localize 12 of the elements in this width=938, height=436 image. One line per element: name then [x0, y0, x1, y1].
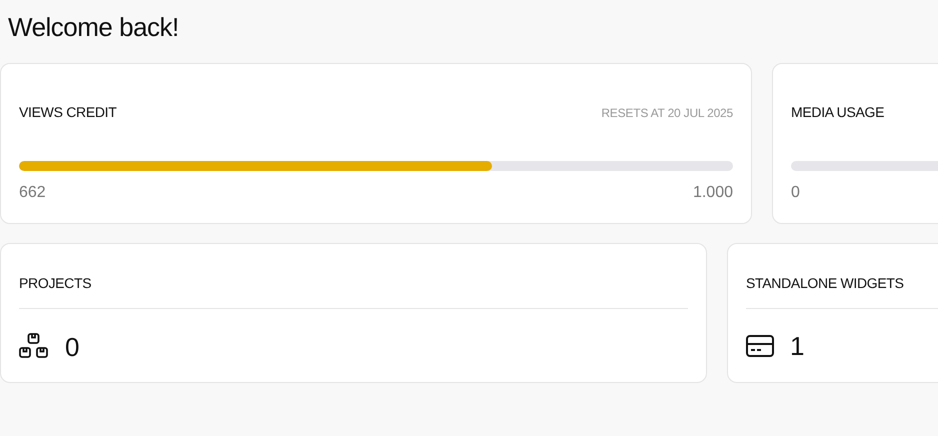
usage-value: 662 — [19, 183, 46, 204]
page-heading: Welcome back! — [8, 12, 180, 44]
count-value: 1 — [790, 333, 804, 360]
card-title: VIEWS CREDIT — [19, 103, 117, 122]
card-title: STANDALONE WIDGETS — [746, 275, 904, 292]
card-title: PROJECTS — [19, 275, 92, 292]
usage-value: 0 — [791, 183, 800, 204]
usage-limit: 1.000 — [692, 183, 733, 204]
count-value: 0 — [65, 334, 80, 360]
card-icon — [746, 335, 774, 358]
card-title: MEDIA USAGE — [791, 103, 884, 122]
reset-date: RESETS AT 20 JUL 2025 — [601, 104, 733, 122]
